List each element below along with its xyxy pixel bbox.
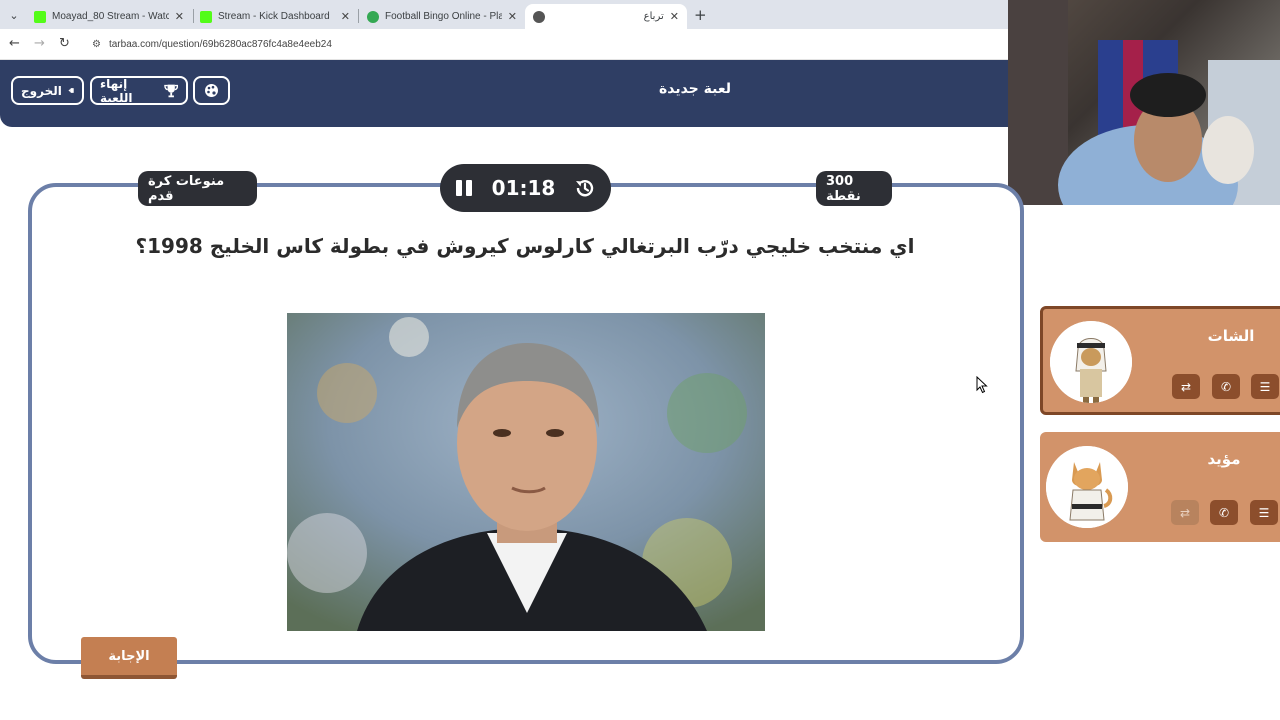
question-image [287,313,765,631]
page-title: لعبة جديدة [658,81,732,97]
kick-favicon-icon [200,10,212,23]
end-game-button-label: إنهاء اللعبة [100,76,133,105]
list-options-button[interactable]: ☰ [1251,374,1279,399]
tab-title: Football Bingo Online - Play No [385,11,502,22]
reload-icon[interactable]: ↻ [59,36,70,51]
exit-button-label: الخروج [21,83,62,98]
tarbaa-favicon-icon [533,10,545,23]
swap-turn-button[interactable]: ⇄ [1171,500,1199,525]
timer-widget: 01:18 [440,164,611,212]
tab-title: ترباع [643,11,664,22]
camel-mascot-icon [1050,321,1132,403]
mouse-cursor-icon [976,376,988,394]
phone-icon: ✆ [1218,505,1230,520]
player-panel-chat: الشات ⇄ ✆ ☰ [1040,306,1280,415]
player-name: مؤيد [1207,450,1241,468]
list-icon: ☰ [1259,379,1271,394]
player-panel-moayad: مؤيد ⇄ ✆ ☰ [1040,432,1280,542]
call-friend-button[interactable]: ✆ [1212,374,1240,399]
palette-icon [205,84,218,97]
theme-palette-button[interactable] [193,76,230,105]
trophy-icon [163,84,178,98]
end-game-button[interactable]: إنهاء اللعبة [90,76,188,105]
browser-tab-4-active[interactable]: ترباع ✕ [525,4,687,29]
url-text: tarbaa.com/question/69b6280ac876fc4a8e4e… [108,39,332,50]
webcam-overlay [1008,0,1280,205]
pause-icon[interactable] [454,177,474,199]
photo-swap-icon: ⇄ [1180,379,1192,394]
category-badge: منوعات كرة قدم [138,171,257,206]
address-bar[interactable]: ⚙ tarbaa.com/question/69b6280ac876fc4a8e… [84,33,1000,56]
forward-arrow-icon[interactable]: → [34,36,45,51]
list-icon: ☰ [1258,505,1270,520]
reset-timer-icon[interactable] [573,176,597,200]
app-header: الخروج إنهاء اللعبة لعبة جديدة [0,60,1008,127]
site-info-icon[interactable]: ⚙ [92,39,101,50]
timer-value: 01:18 [491,176,556,200]
avatar [1046,446,1128,528]
tab-search-icon[interactable]: ⌄ [4,5,24,25]
kick-favicon-icon [34,10,46,23]
exit-button[interactable]: الخروج [11,76,84,105]
streamer-webcam-image [1008,0,1280,205]
browser-tab-bar: ⌄ Moayad_80 Stream - Watch Live ✕ Stream… [0,0,1008,29]
call-friend-button[interactable]: ✆ [1210,500,1238,525]
phone-icon: ✆ [1220,379,1232,394]
close-tab-icon[interactable]: ✕ [670,10,679,23]
browser-toolbar: ← → ↻ ⚙ tarbaa.com/question/69b6280ac876… [0,29,1008,60]
browser-tab-2[interactable]: Stream - Kick Dashboard ✕ [192,4,358,29]
coach-portrait-image [287,313,765,631]
tab-title: Stream - Kick Dashboard [218,11,330,22]
question-text: اي منتخب خليجي درّب البرتغالي كارلوس كير… [135,234,915,258]
browser-tab-1[interactable]: Moayad_80 Stream - Watch Live ✕ [26,4,192,29]
avatar [1050,321,1132,403]
player-name: الشات [1207,327,1255,345]
close-tab-icon[interactable]: ✕ [508,10,517,23]
points-badge: 300 نقطة [816,171,892,206]
exit-door-icon [68,88,74,93]
swap-turn-button[interactable]: ⇄ [1172,374,1200,399]
tab-title: Moayad_80 Stream - Watch Live [52,11,169,22]
list-options-button[interactable]: ☰ [1250,500,1278,525]
photo-swap-icon: ⇄ [1179,505,1191,520]
close-tab-icon[interactable]: ✕ [341,10,350,23]
reveal-answer-button[interactable]: الإجابة [81,637,177,679]
back-arrow-icon[interactable]: ← [9,36,20,51]
football-favicon-icon [367,10,379,23]
close-tab-icon[interactable]: ✕ [175,10,184,23]
cat-mascot-icon [1046,446,1128,528]
new-tab-icon[interactable]: + [694,6,707,24]
browser-tab-3[interactable]: Football Bingo Online - Play No ✕ [359,4,525,29]
